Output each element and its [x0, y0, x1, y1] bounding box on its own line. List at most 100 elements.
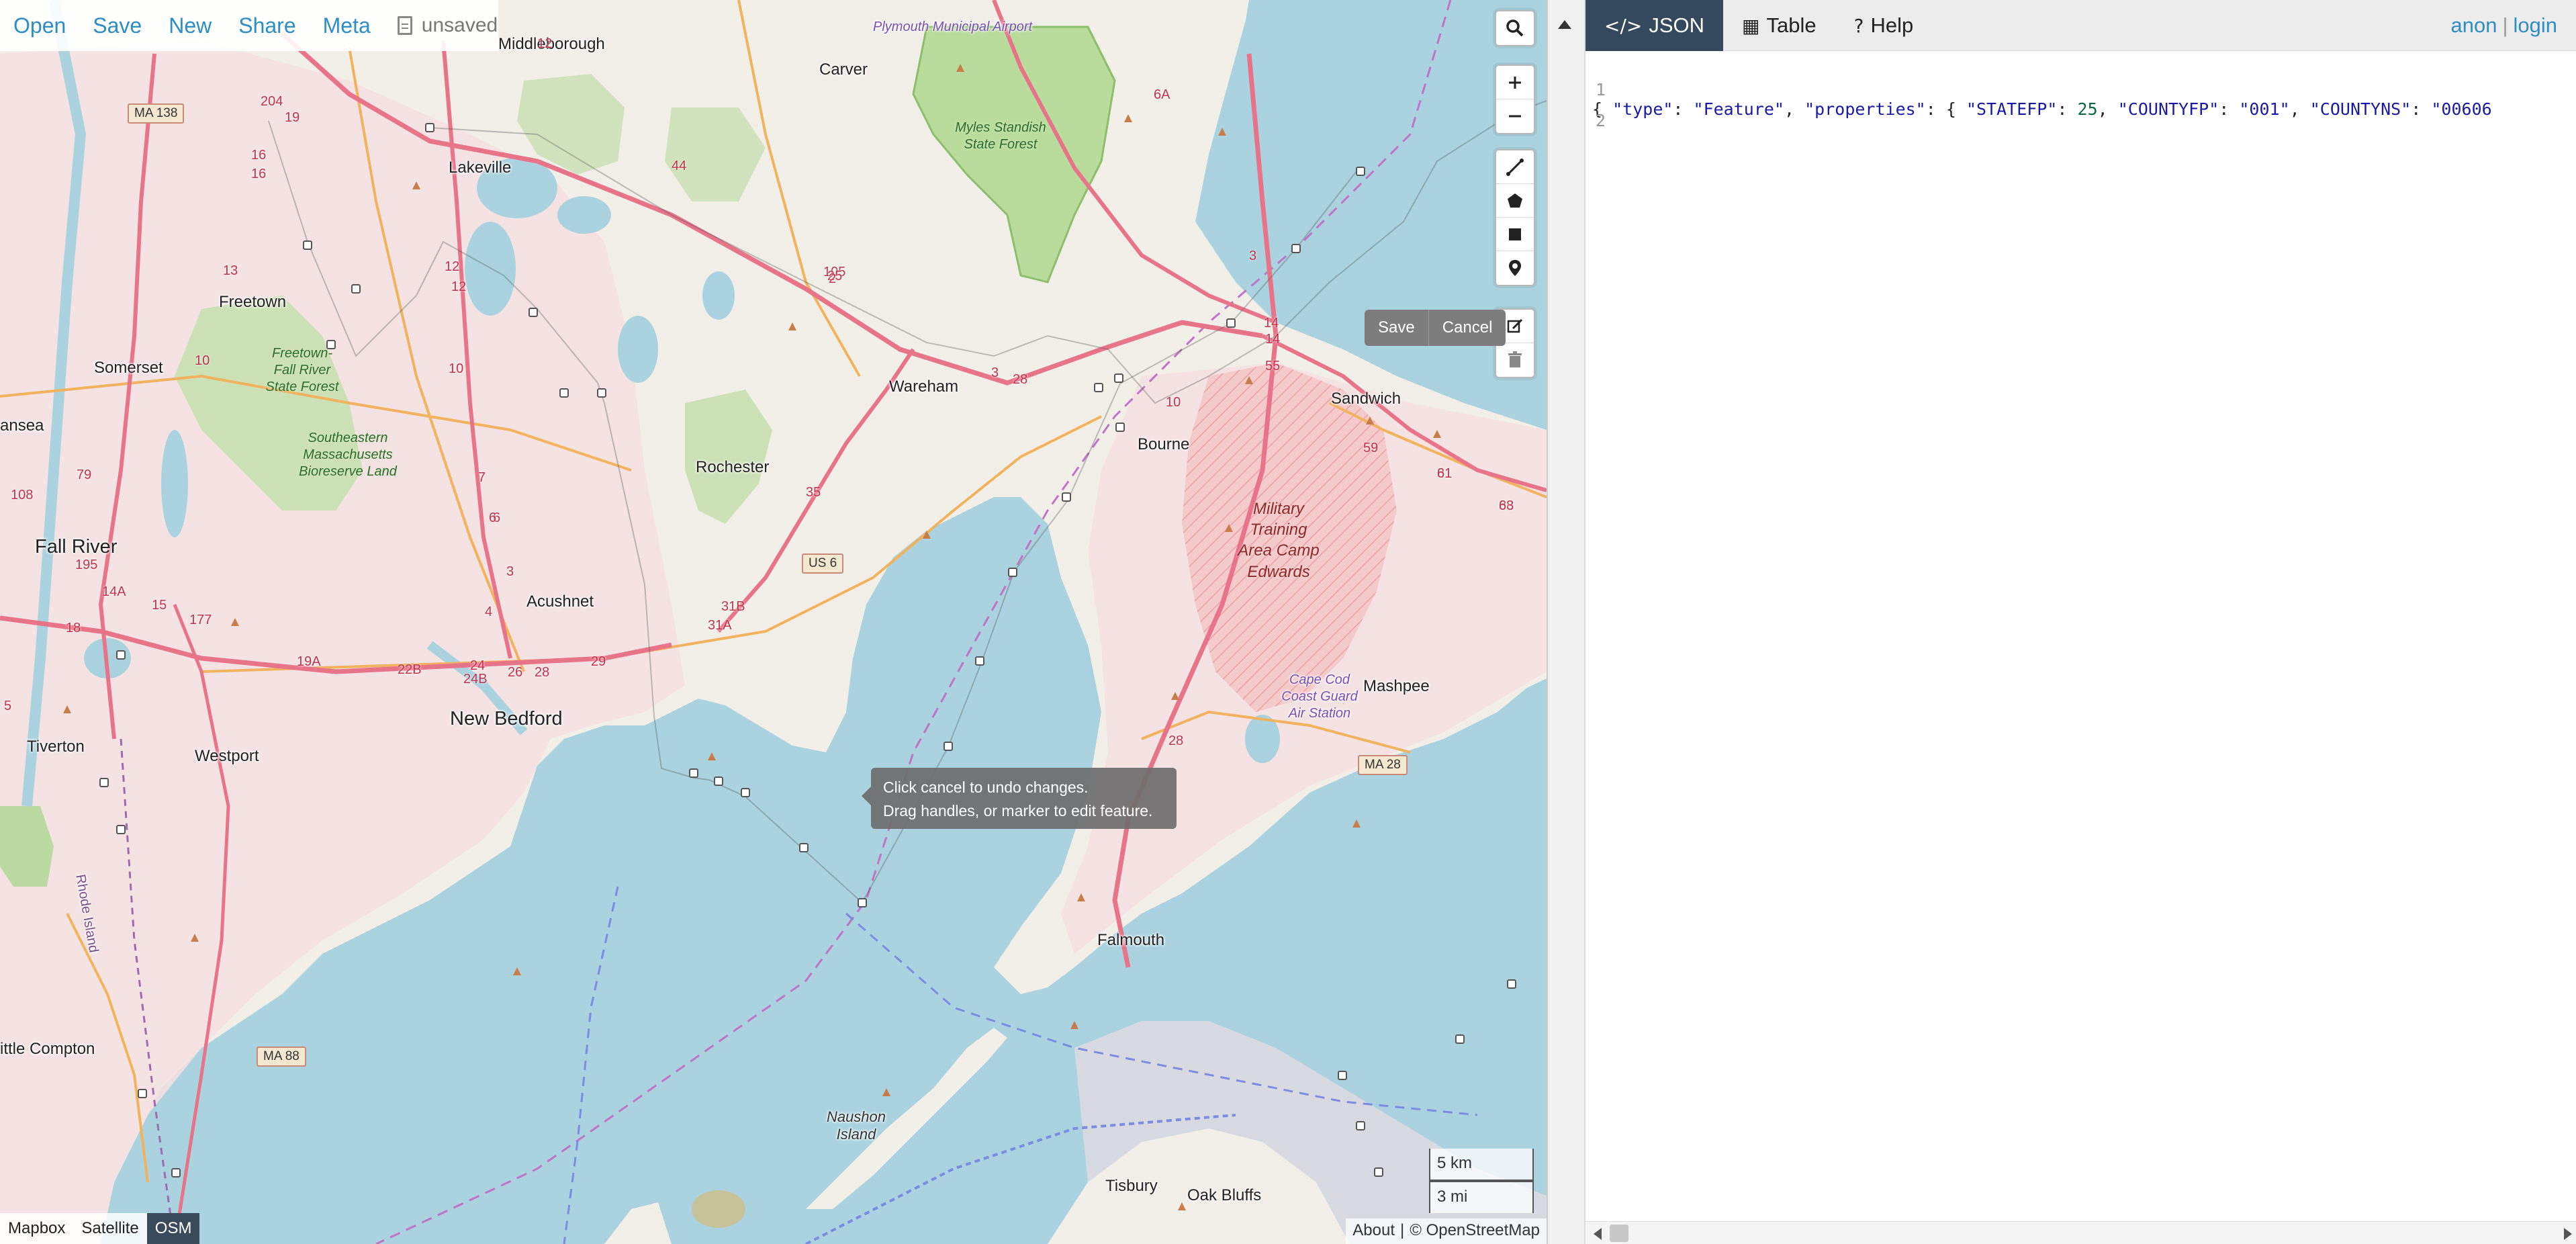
- vertex-handle[interactable]: [1374, 1167, 1383, 1177]
- zoom-out-button[interactable]: [1496, 99, 1534, 133]
- vertex-handle[interactable]: [351, 284, 361, 294]
- vertex-handle[interactable]: [528, 308, 538, 317]
- scroll-thumb[interactable]: [1610, 1225, 1628, 1242]
- map-label-wareham: Wareham: [889, 377, 959, 396]
- route-shield-ma138: MA 138: [128, 103, 185, 124]
- code-line: 1 { "type": "Feature", "properties": { "…: [1585, 60, 2492, 119]
- vertex-handle[interactable]: [944, 742, 953, 751]
- vertex-handle[interactable]: [138, 1089, 147, 1098]
- route-number: 19A: [297, 654, 321, 669]
- zoom-control: [1495, 64, 1535, 134]
- edit-cancel-button[interactable]: Cancel: [1428, 310, 1506, 346]
- vertex-handle[interactable]: [1356, 167, 1365, 176]
- route-shield-ma28: MA 28: [1358, 755, 1408, 775]
- minus-icon: [1509, 115, 1521, 118]
- route-number: 13: [223, 263, 238, 278]
- map-label-rochester: Rochester: [696, 458, 770, 476]
- json-editor[interactable]: 1 { "type": "Feature", "properties": { "…: [1585, 51, 2576, 1220]
- file-icon: [397, 16, 412, 35]
- vertex-handle[interactable]: [116, 650, 126, 660]
- draw-line-button[interactable]: [1496, 150, 1534, 184]
- menu-save[interactable]: Save: [93, 13, 142, 38]
- osm-credit[interactable]: © OpenStreetMap: [1410, 1221, 1540, 1241]
- route-number: 204: [261, 94, 283, 109]
- vertex-handle[interactable]: [714, 776, 723, 786]
- user-links: anon | login: [2450, 13, 2557, 38]
- file-status: unsaved: [397, 14, 498, 37]
- route-number: 10: [449, 361, 464, 376]
- table-icon: ▦: [1742, 14, 1760, 37]
- menu-share[interactable]: Share: [238, 13, 295, 38]
- route-shield-us6: US 6: [802, 553, 844, 574]
- vertex-handle[interactable]: [858, 898, 867, 907]
- plus-icon: [1509, 76, 1521, 89]
- vertex-handle[interactable]: [1008, 568, 1017, 577]
- tab-json[interactable]: </> JSON: [1585, 0, 1724, 51]
- question-icon: ?: [1853, 14, 1864, 37]
- vertex-handle[interactable]: [1338, 1071, 1347, 1080]
- scroll-right-icon[interactable]: [2564, 1228, 2572, 1240]
- route-number: 29: [591, 654, 606, 669]
- draw-polygon-button[interactable]: [1496, 184, 1534, 218]
- vertex-handle[interactable]: [1226, 318, 1236, 328]
- map-label-carver: Carver: [819, 60, 868, 79]
- layer-mapbox[interactable]: Mapbox: [0, 1213, 74, 1244]
- map-canvas[interactable]: Plymouth Municipal Airport Middleborough…: [0, 0, 1547, 1244]
- route-number: 14: [1264, 316, 1279, 330]
- layer-osm[interactable]: OSM: [146, 1213, 200, 1244]
- vertex-handle[interactable]: [741, 788, 750, 797]
- vertex-handle[interactable]: [116, 825, 126, 834]
- vertex-handle[interactable]: [559, 388, 569, 398]
- code-text[interactable]: { "type": "Feature", "properties": { "ST…: [1592, 99, 2492, 119]
- trash-icon: [1508, 351, 1522, 367]
- route-number: 24B: [463, 672, 488, 686]
- vertex-handle[interactable]: [1062, 492, 1071, 502]
- search-button[interactable]: [1496, 11, 1534, 45]
- vertex-handle[interactable]: [303, 240, 312, 250]
- vertex-handle[interactable]: [799, 843, 809, 852]
- vertex-handle[interactable]: [1356, 1121, 1365, 1130]
- draw-rectangle-button[interactable]: [1496, 218, 1534, 251]
- about-link[interactable]: About: [1352, 1221, 1395, 1241]
- vertex-handle[interactable]: [1115, 423, 1125, 432]
- route-number: 28: [1168, 734, 1184, 748]
- vertex-handle[interactable]: [1455, 1034, 1465, 1044]
- vertex-handle[interactable]: [1291, 244, 1301, 253]
- menu-open[interactable]: Open: [13, 13, 66, 38]
- vertex-handle[interactable]: [1094, 383, 1103, 392]
- polygon-icon: [1508, 193, 1522, 208]
- zoom-in-button[interactable]: [1496, 66, 1534, 99]
- delete-layers-button[interactable]: [1496, 343, 1534, 377]
- draw-marker-button[interactable]: [1496, 251, 1534, 285]
- map-label-freetown-forest: Freetown- Fall River State Forest: [265, 346, 339, 394]
- map-label-somerset: Somerset: [94, 359, 163, 377]
- map-label-falmouth: Falmouth: [1097, 931, 1165, 949]
- edit-save-button[interactable]: Save: [1365, 310, 1429, 346]
- login-link[interactable]: login: [2514, 13, 2558, 37]
- tab-table[interactable]: ▦ Table: [1723, 0, 1835, 51]
- vertex-handle[interactable]: [171, 1168, 181, 1178]
- route-number: 195: [75, 558, 98, 572]
- scroll-left-icon[interactable]: [1594, 1228, 1602, 1240]
- map-label-bourne: Bourne: [1138, 435, 1190, 453]
- tab-help[interactable]: ? Help: [1835, 0, 1933, 51]
- vertex-handle[interactable]: [1507, 979, 1516, 989]
- map-label-plymouth-airport: Plymouth Municipal Airport: [873, 19, 1032, 34]
- vertex-handle[interactable]: [975, 656, 984, 666]
- vertex-handle[interactable]: [1114, 373, 1123, 383]
- horizontal-scrollbar[interactable]: [1585, 1221, 2576, 1244]
- menu-new[interactable]: New: [169, 13, 212, 38]
- vertex-handle[interactable]: [99, 778, 109, 787]
- route-number: 12: [445, 259, 460, 274]
- vertex-handle[interactable]: [597, 388, 606, 398]
- vertex-handle[interactable]: [689, 768, 698, 778]
- route-number: 4: [485, 605, 493, 619]
- layer-satellite[interactable]: Satellite: [73, 1213, 147, 1244]
- menu-meta[interactable]: Meta: [323, 13, 371, 38]
- panel-divider[interactable]: [1547, 0, 1585, 1244]
- route-number: 16: [251, 148, 267, 163]
- search-control: [1495, 10, 1535, 46]
- vertex-handle[interactable]: [425, 123, 434, 132]
- anon-link[interactable]: anon: [2450, 13, 2497, 37]
- collapse-toggle-icon[interactable]: [1558, 20, 1571, 29]
